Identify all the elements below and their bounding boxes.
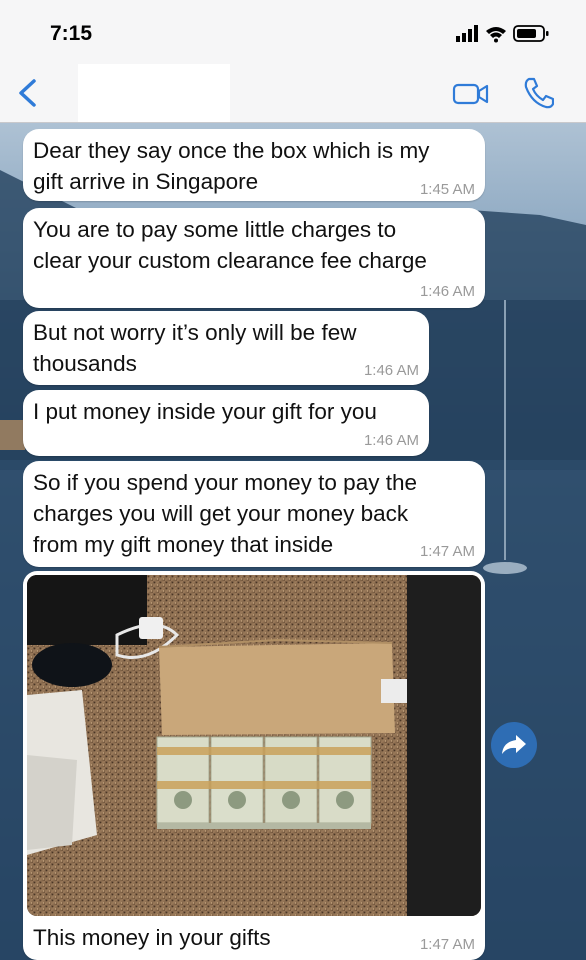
message-photo[interactable] bbox=[27, 575, 481, 916]
message-time: 1:47 AM bbox=[419, 543, 475, 560]
message-time: 1:46 AM bbox=[363, 432, 419, 449]
message-text: Dear they say once the box which is my g… bbox=[33, 138, 430, 194]
message-bubble[interactable]: So if you spend your money to pay the ch… bbox=[23, 461, 485, 567]
video-call-icon[interactable] bbox=[452, 82, 490, 106]
message-bubble[interactable]: I put money inside your gift for you 1:4… bbox=[23, 390, 429, 456]
message-text: You are to pay some little charges to cl… bbox=[33, 217, 427, 273]
message-time: 1:46 AM bbox=[363, 362, 419, 379]
phone-icon[interactable] bbox=[522, 76, 554, 110]
forward-button[interactable] bbox=[491, 722, 537, 768]
message-bubble[interactable]: But not worry it’s only will be few thou… bbox=[23, 311, 429, 385]
chevron-left-icon[interactable] bbox=[14, 78, 42, 108]
chat-header bbox=[0, 64, 586, 123]
clock: 7:15 bbox=[50, 22, 93, 45]
message-text: But not worry it’s only will be few thou… bbox=[33, 320, 357, 376]
status-bar: 7:15 bbox=[0, 0, 586, 64]
message-time: 1:46 AM bbox=[419, 283, 475, 300]
message-time: 1:47 AM bbox=[419, 936, 475, 953]
photo-cash-stacks-on-counter bbox=[27, 575, 481, 916]
message-bubble[interactable]: Dear they say once the box which is my g… bbox=[23, 129, 485, 201]
message-text: So if you spend your money to pay the ch… bbox=[33, 470, 417, 557]
battery-icon bbox=[513, 25, 549, 42]
signal-icon bbox=[456, 25, 478, 42]
message-bubble[interactable]: You are to pay some little charges to cl… bbox=[23, 208, 485, 308]
photo-caption: This money in your gifts bbox=[33, 925, 271, 950]
image-message-bubble[interactable]: This money in your gifts 1:47 AM bbox=[23, 571, 485, 960]
redacted-contact-name bbox=[78, 64, 230, 122]
wifi-icon bbox=[486, 27, 506, 43]
message-text: I put money inside your gift for you bbox=[33, 399, 377, 424]
status-icons bbox=[456, 25, 549, 43]
forward-arrow-icon bbox=[502, 735, 526, 754]
message-time: 1:45 AM bbox=[419, 181, 475, 198]
